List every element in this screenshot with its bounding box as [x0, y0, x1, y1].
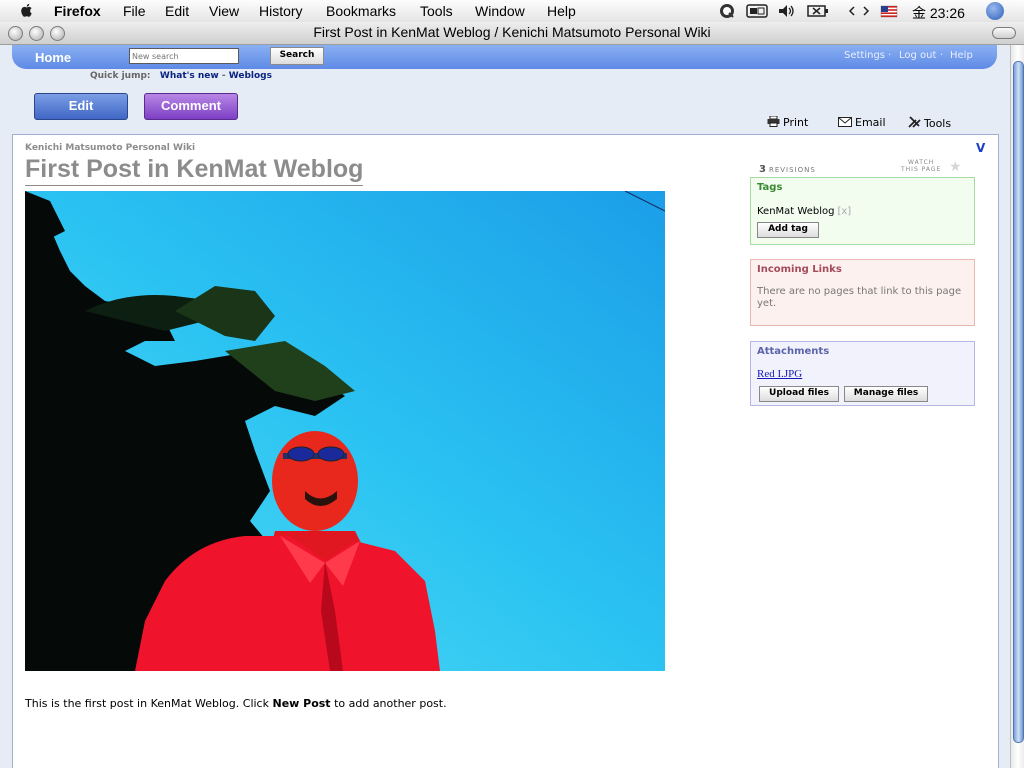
- menu-file[interactable]: File: [123, 3, 146, 19]
- tags-box: Tags KenMat Weblog [x] Add tag: [750, 177, 975, 245]
- vertical-scrollbar[interactable]: [1010, 45, 1024, 768]
- us-flag-input-icon[interactable]: [880, 2, 898, 20]
- print-tool[interactable]: Print: [767, 115, 809, 129]
- tags-title: Tags: [757, 182, 783, 193]
- post-photo: [25, 191, 665, 671]
- quick-link-weblogs[interactable]: Weblogs: [229, 71, 272, 81]
- quick-jump-label: Quick jump:: [90, 71, 151, 81]
- menu-firefox[interactable]: Firefox: [54, 3, 101, 19]
- search-input[interactable]: [129, 48, 239, 64]
- watch-page-link[interactable]: WATCH THIS PAGE: [901, 159, 941, 173]
- post-body-text-prefix: This is the first post in KenMat Weblog.…: [25, 697, 273, 710]
- quick-link-whats-new[interactable]: What's new: [160, 71, 219, 81]
- print-label: Print: [783, 116, 809, 129]
- volume-icon[interactable]: [777, 2, 797, 20]
- envelope-icon: [838, 117, 852, 127]
- home-link[interactable]: Home: [35, 50, 71, 65]
- content-panel: Kenichi Matsumoto Personal Wiki First Po…: [12, 134, 999, 768]
- menu-history[interactable]: History: [259, 3, 303, 19]
- post-body: This is the first post in KenMat Weblog.…: [25, 697, 447, 710]
- system-menubar: Firefox File Edit View History Bookmarks…: [0, 0, 1024, 23]
- menu-tools[interactable]: Tools: [420, 3, 453, 19]
- watch-label-line2: THIS PAGE: [901, 166, 942, 173]
- attachments-title: Attachments: [757, 346, 830, 357]
- menu-window[interactable]: Window: [475, 3, 525, 19]
- revisions-link[interactable]: 3 REVISIONS: [759, 164, 816, 175]
- tools-menu[interactable]: Tools: [908, 116, 951, 130]
- quicksilver-icon[interactable]: [718, 2, 736, 20]
- tag-link[interactable]: KenMat Weblog: [757, 206, 834, 217]
- edit-button[interactable]: Edit: [34, 93, 128, 120]
- revisions-count: 3: [759, 164, 767, 175]
- search-button[interactable]: Search: [270, 47, 324, 65]
- battery-icon[interactable]: [806, 2, 830, 20]
- help-link[interactable]: Help: [950, 50, 973, 61]
- incoming-links-box: Incoming Links There are no pages that l…: [750, 259, 975, 326]
- menu-help[interactable]: Help: [547, 3, 576, 19]
- comment-button[interactable]: Comment: [144, 93, 238, 120]
- logout-link[interactable]: Log out: [899, 50, 936, 61]
- attachments-box: Attachments Red I.JPG Upload files Manag…: [750, 341, 975, 406]
- nav-separator: ·: [940, 50, 944, 61]
- add-tag-button[interactable]: Add tag: [757, 222, 819, 238]
- remove-tag-button[interactable]: [x]: [837, 206, 851, 217]
- incoming-links-text: There are no pages that link to this pag…: [757, 286, 962, 309]
- watch-label-line1: WATCH: [908, 159, 935, 166]
- nav-separator: ·: [888, 50, 892, 61]
- email-tool[interactable]: Email: [838, 116, 886, 129]
- menu-edit[interactable]: Edit: [165, 3, 189, 19]
- attachment-file-link[interactable]: Red I.JPG: [757, 368, 802, 380]
- menu-view[interactable]: View: [209, 3, 239, 19]
- page-title: First Post in KenMat Weblog: [25, 155, 364, 186]
- toolbar-toggle-icon[interactable]: [992, 27, 1016, 39]
- web-page: Home Search Settings · Log out · Help Qu…: [0, 45, 1010, 768]
- upload-files-button[interactable]: Upload files: [759, 386, 839, 402]
- clock[interactable]: 金 23:26: [912, 3, 965, 23]
- settings-link[interactable]: Settings: [844, 50, 885, 61]
- display-mirror-icon[interactable]: [745, 2, 769, 20]
- revisions-label: REVISIONS: [768, 166, 816, 174]
- tag-item: KenMat Weblog [x]: [757, 206, 851, 217]
- manage-files-button[interactable]: Manage files: [844, 386, 928, 402]
- spotlight-icon[interactable]: [986, 2, 1004, 20]
- watch-star-icon[interactable]: ★: [949, 159, 962, 175]
- quick-jump-separator: -: [221, 71, 226, 81]
- apple-menu-icon[interactable]: [18, 1, 36, 19]
- scrollbar-thumb[interactable]: [1013, 61, 1024, 743]
- panel-toggle[interactable]: V: [976, 141, 985, 155]
- window-titlebar: First Post in KenMat Weblog / Kenichi Ma…: [0, 22, 1024, 45]
- quick-jump: Quick jump: What's new - Weblogs: [90, 71, 272, 81]
- window-title: First Post in KenMat Weblog / Kenichi Ma…: [313, 24, 711, 40]
- wiki-name[interactable]: Kenichi Matsumoto Personal Wiki: [25, 143, 195, 153]
- tools-label: Tools: [924, 117, 952, 130]
- menu-bookmarks[interactable]: Bookmarks: [326, 3, 396, 19]
- new-post-label: New Post: [272, 697, 331, 710]
- incoming-links-title: Incoming Links: [757, 264, 842, 275]
- network-arrows-icon[interactable]: [848, 2, 870, 20]
- top-nav-bar: Home Search Settings · Log out · Help: [12, 45, 997, 69]
- email-label: Email: [855, 116, 886, 129]
- wrench-icon: [908, 116, 921, 128]
- post-body-text-suffix: to add another post.: [330, 697, 447, 710]
- printer-icon: [767, 115, 780, 127]
